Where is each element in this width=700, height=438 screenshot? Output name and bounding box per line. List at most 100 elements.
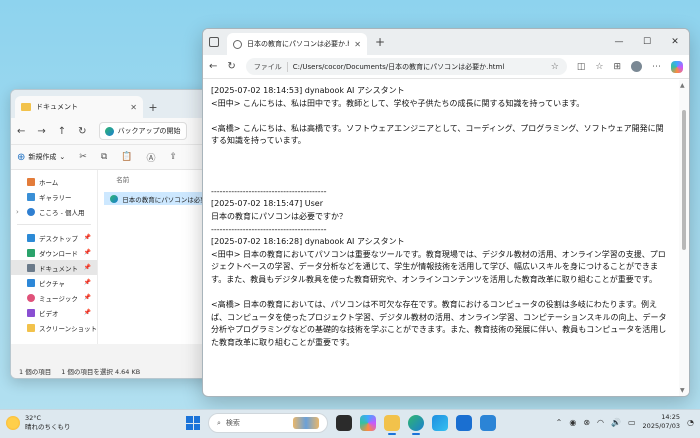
paste-icon[interactable]: 📋 xyxy=(121,152,132,162)
share-icon[interactable]: ⇪ xyxy=(169,152,177,162)
desktop-icon xyxy=(27,233,35,242)
pin-icon: 📌 xyxy=(83,234,92,241)
backup-icon xyxy=(104,126,114,136)
scroll-down-icon[interactable]: ▼ xyxy=(680,387,685,394)
file-chip[interactable]: ファイル xyxy=(254,61,288,72)
chevron-down-icon: ⌄ xyxy=(59,153,66,161)
sidebar-item-gallery[interactable]: ギャラリー xyxy=(11,189,97,204)
file-row[interactable]: 日本の教育にパソコンは必要か xyxy=(104,192,213,205)
search-placeholder: 検索 xyxy=(225,419,240,427)
rename-icon[interactable]: Ⓐ xyxy=(146,151,155,164)
back-icon[interactable]: ← xyxy=(17,126,25,137)
up-icon[interactable]: ↑ xyxy=(58,126,66,137)
pin-icon: 📌 xyxy=(83,294,92,301)
chevron-right-icon[interactable]: › xyxy=(16,208,19,216)
gallery-icon xyxy=(27,192,35,201)
task-view-icon[interactable] xyxy=(336,415,352,431)
back-icon[interactable]: ← xyxy=(209,61,217,72)
explorer-tab[interactable]: ドキュメント ✕ xyxy=(15,96,143,118)
taskbar-search[interactable]: ⌕ 検索 xyxy=(208,413,328,433)
content-line: [2025-07-02 18:14:53] dynabook AI アシスタント xyxy=(211,86,405,95)
breadcrumb[interactable]: バックアップの開始 xyxy=(98,122,187,140)
content-line xyxy=(211,110,671,123)
sidebar-item-screenshots[interactable]: スクリーンショット xyxy=(11,320,97,335)
close-tab-icon[interactable]: ✕ xyxy=(354,40,361,49)
weather-widget[interactable]: 32°C 晴れのちくもり xyxy=(6,414,71,432)
explorer-tab-title: ドキュメント xyxy=(36,103,78,111)
store-icon[interactable] xyxy=(432,415,448,431)
tray-app-icon-2[interactable]: ⊗ xyxy=(583,418,590,427)
file-name: 日本の教育にパソコンは必要か xyxy=(122,195,213,204)
file-explorer-window[interactable]: ドキュメント ✕ + ← → ↑ ↻ バックアップの開始 ⊕ 新規作成 ⌄ ✂ … xyxy=(10,89,213,379)
cloud-icon xyxy=(27,207,35,216)
favorites-icon[interactable]: ☆ xyxy=(595,62,603,72)
new-tab-button[interactable]: + xyxy=(371,35,389,49)
split-screen-icon[interactable]: ◫ xyxy=(577,62,586,72)
wifi-icon[interactable]: ◠ xyxy=(597,418,604,427)
favorite-star-icon[interactable]: ☆ xyxy=(551,62,559,72)
more-icon[interactable]: ⋯ xyxy=(652,62,661,72)
sidebar-item-downloads[interactable]: ダウンロード 📌 xyxy=(11,245,97,260)
cut-icon[interactable]: ✂ xyxy=(79,152,87,162)
search-highlight-image xyxy=(293,417,319,429)
file-explorer-icon[interactable] xyxy=(384,415,400,435)
window-controls: — ☐ ✕ xyxy=(605,29,689,55)
volume-icon[interactable]: 🔊 xyxy=(611,418,621,427)
sidebar-item-documents[interactable]: ドキュメント 📌 xyxy=(11,260,98,275)
picture-icon xyxy=(27,278,35,287)
pin-icon: 📌 xyxy=(83,309,92,316)
video-icon xyxy=(27,308,35,317)
scrollbar-thumb[interactable] xyxy=(682,110,686,250)
profile-avatar-icon[interactable] xyxy=(631,61,642,72)
vertical-scrollbar[interactable]: ▲ ▼ xyxy=(679,80,689,396)
sidebar-item-label: ビデオ xyxy=(39,309,59,318)
time: 14:25 xyxy=(661,413,681,421)
edge-browser-window[interactable]: 日本の教育にパソコンは必要か.html ✕ + — ☐ ✕ ← ↻ ファイル C… xyxy=(202,28,690,397)
column-header-name[interactable]: 名前 xyxy=(104,174,212,186)
sidebar-item-videos[interactable]: ビデオ 📌 xyxy=(11,305,97,320)
close-window-button[interactable]: ✕ xyxy=(661,29,689,55)
tab-actions-icon[interactable] xyxy=(209,37,219,47)
outlook-icon[interactable] xyxy=(456,415,472,431)
battery-icon[interactable]: ▭ xyxy=(628,418,636,427)
sidebar-item-pictures[interactable]: ピクチャ 📌 xyxy=(11,275,97,290)
tray-app-icon[interactable]: ◉ xyxy=(569,418,576,427)
chevron-up-icon[interactable]: ⌃ xyxy=(556,418,563,427)
scroll-up-icon[interactable]: ▲ xyxy=(680,82,685,89)
notification-icon[interactable]: ◔ xyxy=(687,418,694,427)
copilot-icon[interactable] xyxy=(360,415,376,431)
sidebar-item-music[interactable]: ミュージック 📌 xyxy=(11,290,97,305)
sidebar-item-label: ホーム xyxy=(39,178,59,187)
folder-icon xyxy=(27,323,35,332)
close-tab-icon[interactable]: ✕ xyxy=(130,103,137,112)
clock[interactable]: 14:25 2025/07/03 xyxy=(643,413,680,431)
copilot-icon[interactable] xyxy=(671,60,683,73)
collections-icon[interactable]: ⊞ xyxy=(613,62,621,72)
breadcrumb-label: バックアップの開始 xyxy=(117,127,181,135)
app-icon[interactable] xyxy=(480,415,496,431)
plus-icon: ⊕ xyxy=(17,151,26,163)
start-button[interactable] xyxy=(186,416,200,430)
sidebar-item-label: ギャラリー xyxy=(39,193,72,202)
refresh-icon[interactable]: ↻ xyxy=(78,126,86,137)
edge-tab[interactable]: 日本の教育にパソコンは必要か.html ✕ xyxy=(227,33,367,55)
explorer-toolbar: ⊕ 新規作成 ⌄ ✂ ⧉ 📋 Ⓐ ⇪ xyxy=(11,144,212,170)
sidebar-item-desktop[interactable]: デスクトップ 📌 xyxy=(11,230,97,245)
copy-icon[interactable]: ⧉ xyxy=(101,152,107,162)
minimize-button[interactable]: — xyxy=(605,29,633,55)
maximize-button[interactable]: ☐ xyxy=(633,29,661,55)
sidebar-item-home[interactable]: ホーム xyxy=(11,174,97,189)
sidebar-item-label: デスクトップ xyxy=(39,234,78,243)
url-input[interactable]: ファイル C:/Users/cocor/Documents/日本の教育にパソコン… xyxy=(245,58,567,75)
weather-desc: 晴れのちくもり xyxy=(25,423,71,431)
explorer-file-list: 名前 日本の教育にパソコンは必要か xyxy=(98,170,213,344)
music-icon xyxy=(27,293,35,302)
content-line: <田中> こんにちは、私は田中です。教師として、学校や子供たちの成長に関する知識… xyxy=(211,98,585,108)
sidebar-item-onedrive[interactable]: › こころ - 個人用 xyxy=(11,204,97,219)
refresh-icon[interactable]: ↻ xyxy=(227,61,235,72)
new-button[interactable]: ⊕ 新規作成 ⌄ xyxy=(17,152,65,163)
explorer-sidebar: ホーム ギャラリー › こころ - 個人用 デスクトップ 📌 ダウンロード 📌 xyxy=(11,170,99,344)
edge-icon[interactable] xyxy=(408,415,424,435)
forward-icon[interactable]: → xyxy=(37,126,45,137)
new-tab-button[interactable]: + xyxy=(143,96,163,118)
